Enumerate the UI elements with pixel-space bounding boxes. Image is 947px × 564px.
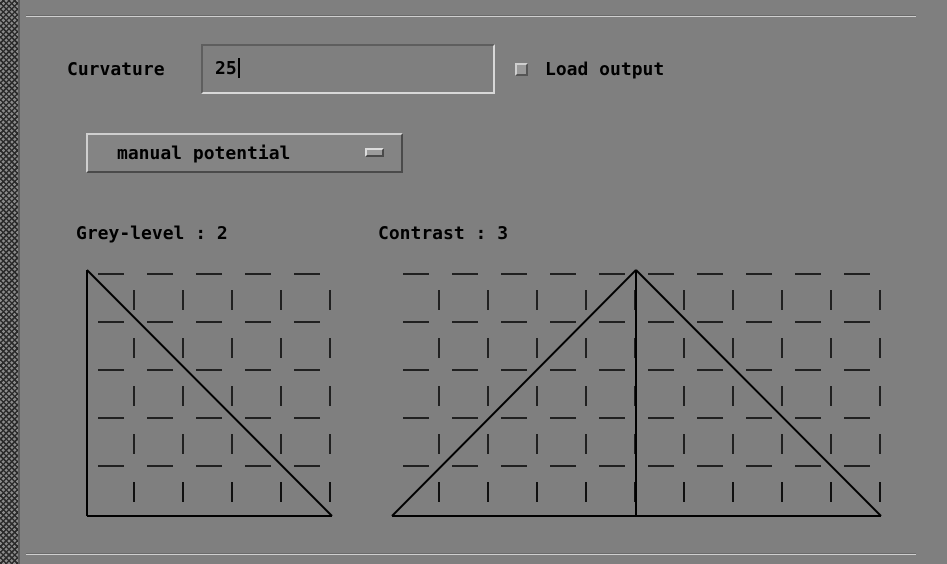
top-separator	[26, 15, 916, 17]
load-output-label: Load output	[545, 59, 665, 80]
text-caret	[237, 58, 240, 78]
curvature-input[interactable]: 25	[201, 44, 495, 94]
mode-option-value: manual potential	[117, 143, 291, 164]
grey-level-label: Grey-level : 2	[76, 223, 228, 244]
window-left-border	[0, 0, 20, 564]
contrast-graph[interactable]	[391, 269, 883, 520]
mode-option-menu[interactable]: manual potential	[86, 133, 403, 173]
potential-curve	[86, 269, 333, 517]
contrast-label: Contrast : 3	[378, 223, 509, 244]
potential-curve-left	[391, 269, 637, 517]
option-menu-indicator-icon	[365, 148, 384, 157]
curvature-label: Curvature	[67, 59, 165, 80]
load-output-checkbox[interactable]	[515, 63, 528, 76]
bottom-separator	[26, 553, 916, 555]
potential-curve-right	[635, 269, 882, 517]
grey-level-graph[interactable]	[86, 269, 334, 520]
curvature-value: 25	[215, 58, 237, 79]
